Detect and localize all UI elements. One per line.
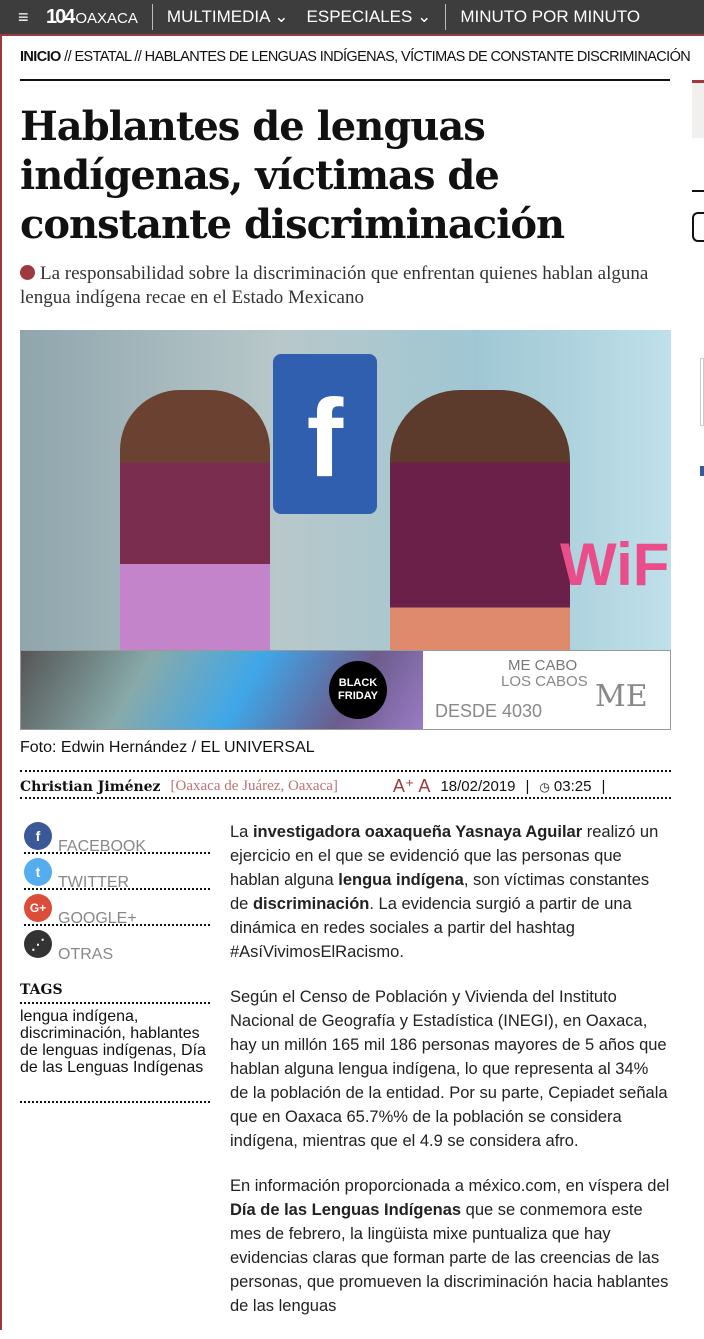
photo-figure — [120, 390, 270, 680]
divider — [20, 79, 670, 81]
ad-line1: ME CABO — [508, 657, 578, 674]
page-border — [0, 36, 2, 1330]
divider — [445, 4, 447, 30]
divider — [24, 852, 210, 854]
breadcrumb-home[interactable]: INICIO — [20, 49, 61, 65]
wifi-mural: WiFi — [560, 531, 671, 598]
sidebar-widget — [692, 80, 704, 138]
article-summary: La responsabilidad sobre la discriminaci… — [20, 263, 649, 308]
bullet-icon — [20, 265, 35, 280]
clock-icon: ◷ — [539, 779, 550, 794]
paragraph: En información proporcionada a méxico.co… — [230, 1177, 670, 1315]
sidebar-divider — [692, 190, 704, 192]
ad-badge: BLACK FRIDAY — [329, 661, 387, 719]
ad-image[interactable]: BLACK FRIDAY — [21, 651, 423, 729]
divider — [20, 1002, 210, 1004]
ad-line2: LOS CABOS — [501, 673, 588, 690]
sidebar-widget — [692, 212, 704, 242]
divider — [24, 888, 210, 890]
divider — [20, 797, 671, 799]
time: 03:25 — [553, 778, 592, 795]
divider — [24, 924, 210, 926]
nav-minuto-por-minuto[interactable]: MINUTO POR MINUTO — [460, 7, 640, 27]
divider — [20, 1101, 210, 1103]
article-photo: f WiFi BLACK FRIDAY ME CABO LOS CABOS DE… — [20, 330, 671, 730]
divider — [20, 770, 671, 772]
menu-icon[interactable]: ≡ — [18, 7, 36, 28]
ad-text[interactable]: ME CABO LOS CABOS DESDE 4030 ME — [423, 651, 670, 729]
font-size-icon[interactable]: A⁺ A — [393, 776, 431, 797]
ad-banner[interactable]: BLACK FRIDAY ME CABO LOS CABOS DESDE 403… — [20, 650, 671, 730]
date: 18/02/2019 — [440, 778, 516, 795]
facebook-mural: f — [273, 354, 377, 514]
paragraph: La investigadora oaxaqueña Yasnaya Aguil… — [230, 823, 659, 961]
tags-heading: TAGS — [20, 982, 63, 998]
facebook-icon: f — [24, 822, 52, 850]
breadcrumb: INICIO // ESTATAL // HABLANTES DE LENGUA… — [20, 49, 691, 65]
article-title: Hablantes de lenguas indígenas, víctimas… — [20, 103, 565, 248]
share-other[interactable]: ⋰ OTRAS — [24, 930, 210, 966]
twitter-icon: t — [24, 858, 52, 886]
photo-caption: Foto: Edwin Hernández / EL UNIVERSAL — [20, 739, 315, 756]
tags-list[interactable]: lengua indígena, discriminación, hablant… — [20, 1008, 210, 1076]
breadcrumb-current: HABLANTES DE LENGUAS INDÍGENAS, VÍCTIMAS… — [144, 49, 691, 65]
author[interactable]: Christian Jiménez — [20, 779, 161, 795]
ad-price: DESDE 4030 — [435, 701, 543, 721]
article-body: La investigadora oaxaqueña Yasnaya Aguil… — [230, 820, 670, 1339]
site-logo[interactable]: 104 OAXACA — [46, 6, 138, 29]
photo-figure — [390, 390, 570, 680]
google-plus-icon: G+ — [24, 894, 52, 922]
nav-multimedia[interactable]: MULTIMEDIA ⌄ — [167, 7, 289, 27]
byline: Christian Jiménez [Oaxaca de Juárez, Oax… — [20, 776, 606, 797]
sidebar-widget — [700, 358, 704, 426]
divider — [151, 4, 153, 30]
breadcrumb-section[interactable]: ESTATAL — [74, 49, 131, 65]
sidebar-widget — [700, 466, 704, 476]
ad-brand-logo: ME — [595, 679, 648, 714]
share-icon: ⋰ — [24, 930, 52, 958]
nav-especiales[interactable]: ESPECIALES ⌄ — [307, 7, 432, 27]
top-navbar: ≡ 104 OAXACA MULTIMEDIA ⌄ ESPECIALES ⌄ MI… — [0, 0, 704, 36]
location: [Oaxaca de Juárez, Oaxaca] — [170, 778, 338, 794]
paragraph: Según el Censo de Población y Vivienda d… — [230, 988, 668, 1150]
